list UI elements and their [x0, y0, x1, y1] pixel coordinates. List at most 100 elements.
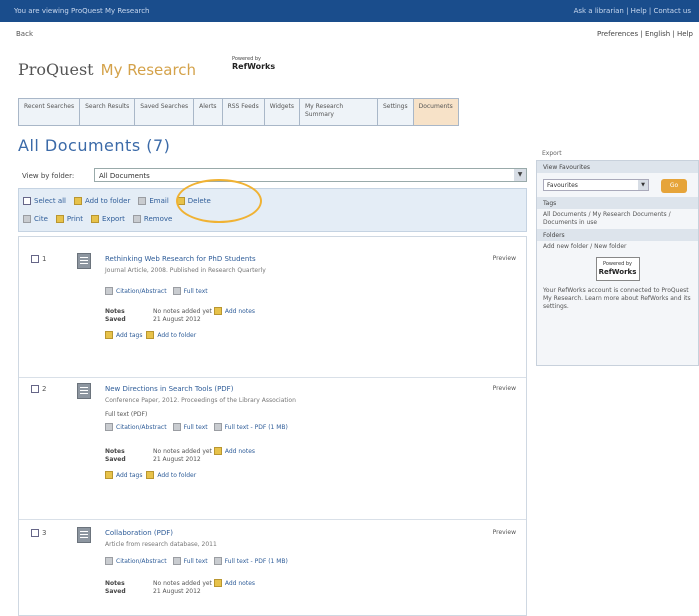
chevron-down-icon[interactable]: ▼	[638, 180, 648, 190]
add-tags-link[interactable]: Add tags	[116, 472, 143, 479]
notes-value: No notes added yet	[153, 307, 212, 315]
add-to-folder-action[interactable]: Add to folder	[74, 197, 130, 205]
sidebar-top-label: Export	[542, 150, 562, 157]
document-meta: Conference Paper, 2012. Proceedings of t…	[105, 397, 296, 404]
citation-link[interactable]: Citation/Abstract	[105, 287, 167, 295]
tab-summary[interactable]: My Research Summary	[298, 98, 377, 126]
cite-action[interactable]: Cite	[23, 215, 48, 223]
note-icon	[213, 579, 222, 587]
favourites-select[interactable]: Favourites ▼	[543, 179, 649, 191]
item-number[interactable]: 3	[31, 529, 46, 537]
top-bar-links[interactable]: Ask a librarian | Help | Contact us	[574, 7, 691, 15]
item-number[interactable]: 2	[31, 385, 46, 393]
checkbox-icon[interactable]	[23, 197, 31, 205]
chevron-down-icon[interactable]: ▼	[514, 169, 526, 181]
item-number-label: 1	[42, 255, 47, 263]
full-text-pdf-label: Full text - PDF (1 MB)	[224, 423, 288, 431]
tab-rss-feeds[interactable]: RSS Feeds	[221, 98, 264, 126]
tab-alerts[interactable]: Alerts	[193, 98, 222, 126]
note-icon	[213, 307, 222, 315]
pdf-icon	[213, 557, 222, 565]
view-by-folder-label: View by folder:	[22, 172, 75, 180]
full-text-link[interactable]: Full text	[172, 557, 208, 565]
tab-saved-searches[interactable]: Saved Searches	[134, 98, 194, 126]
document-links: Citation/Abstract Full text	[105, 287, 214, 295]
notes-value: No notes added yet	[153, 579, 212, 587]
favourites-select-value: Favourites	[547, 182, 578, 189]
tags-heading: Tags	[537, 197, 698, 209]
document-title[interactable]: Collaboration (PDF)	[105, 529, 173, 537]
list-item: 1 Rethinking Web Research for PhD Studen…	[19, 251, 526, 371]
item-divider	[19, 377, 526, 378]
full-text-link[interactable]: Full text	[172, 287, 208, 295]
page-title: All Documents (7)	[18, 136, 171, 155]
proquest-logo[interactable]: ProQuest My Research	[18, 60, 196, 79]
document-title[interactable]: New Directions in Search Tools (PDF)	[105, 385, 233, 393]
powered-by: Powered by RefWorks	[232, 56, 275, 71]
document-list: 1 Rethinking Web Research for PhD Studen…	[18, 236, 527, 616]
citation-link[interactable]: Citation/Abstract	[105, 557, 167, 565]
tab-search-results[interactable]: Search Results	[79, 98, 135, 126]
folder-select-value: All Documents	[99, 172, 150, 180]
checkbox-icon[interactable]	[31, 529, 39, 537]
email-action[interactable]: Email	[138, 197, 169, 205]
saved-key: Saved	[105, 587, 126, 595]
folders-heading: Folders	[537, 229, 698, 241]
add-notes-link[interactable]: Add notes	[225, 580, 255, 587]
folder-icon	[146, 331, 155, 339]
citation-link[interactable]: Citation/Abstract	[105, 423, 167, 431]
document-icon	[77, 383, 91, 399]
go-button[interactable]: Go	[661, 179, 687, 193]
print-action[interactable]: Print	[55, 215, 83, 223]
print-label: Print	[66, 215, 83, 223]
document-icon	[77, 527, 91, 543]
preview-link[interactable]: Preview	[493, 529, 516, 536]
add-notes-link[interactable]: Add notes	[225, 308, 255, 315]
remove-action[interactable]: Remove	[132, 215, 172, 223]
tab-recent-searches[interactable]: Recent Searches	[18, 98, 80, 126]
saved-value: 21 August 2012	[153, 587, 201, 595]
tags-list[interactable]: All Documents / My Research Documents / …	[537, 209, 698, 229]
full-text-icon	[172, 287, 181, 295]
full-text-icon	[172, 557, 181, 565]
add-to-folder-link[interactable]: Add to folder	[157, 472, 196, 479]
add-to-folder-link[interactable]: Add to folder	[157, 332, 196, 339]
add-tags-link[interactable]: Add tags	[116, 332, 143, 339]
checkbox-icon[interactable]	[31, 255, 39, 263]
tab-documents[interactable]: Documents	[412, 98, 459, 126]
document-title[interactable]: Rethinking Web Research for PhD Students	[105, 255, 256, 263]
preview-link[interactable]: Preview	[493, 255, 516, 262]
top-links[interactable]: Preferences | English | Help	[597, 30, 693, 38]
tag-icon	[105, 471, 113, 479]
document-meta: Article from research database, 2011	[105, 541, 217, 548]
badge-refworks: RefWorks	[598, 268, 637, 276]
refworks-badge[interactable]: Powered by RefWorks	[595, 257, 640, 281]
saved-key: Saved	[105, 315, 126, 323]
checkbox-icon[interactable]	[31, 385, 39, 393]
export-label: Export	[102, 215, 125, 223]
back-link[interactable]: Back	[16, 30, 33, 38]
email-label: Email	[149, 197, 169, 205]
item-number[interactable]: 1	[31, 255, 46, 263]
full-text-pdf-link[interactable]: Full text - PDF (1 MB)	[213, 423, 288, 431]
folders-list[interactable]: Add new folder / New folder	[537, 241, 698, 253]
tab-settings[interactable]: Settings	[376, 98, 413, 126]
saved-value: 21 August 2012	[153, 455, 201, 463]
note-icon	[213, 447, 222, 455]
sidebar-panel: View Favourites Favourites ▼ Go Tags All…	[536, 160, 699, 366]
full-text-link[interactable]: Full text	[172, 423, 208, 431]
preview-link[interactable]: Preview	[493, 385, 516, 392]
export-action[interactable]: Export	[91, 215, 125, 223]
remove-icon	[132, 215, 141, 223]
view-by-folder: View by folder: All Documents ▼	[18, 168, 527, 184]
saved-key: Saved	[105, 455, 126, 463]
tab-widgets[interactable]: Widgets	[263, 98, 299, 126]
full-text-pdf-link[interactable]: Full text - PDF (1 MB)	[213, 557, 288, 565]
citation-icon	[105, 423, 113, 431]
select-all-action[interactable]: Select all	[23, 197, 66, 205]
folder-select[interactable]: All Documents ▼	[94, 168, 527, 182]
full-text-pdf-label: Full text - PDF (1 MB)	[224, 557, 288, 565]
select-all-label: Select all	[34, 197, 66, 205]
add-notes-link[interactable]: Add notes	[225, 448, 255, 455]
full-text-label: Full text	[183, 423, 208, 431]
